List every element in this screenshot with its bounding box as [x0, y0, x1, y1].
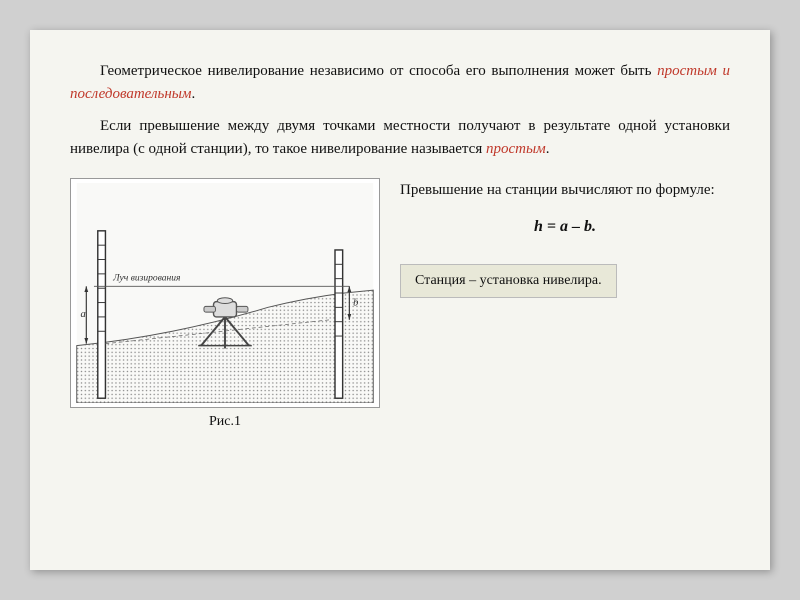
paragraph1-end: .	[192, 86, 196, 102]
paragraph2-end: .	[546, 141, 550, 157]
formula: h = a – b.	[400, 218, 730, 236]
figure-block: a b Луч визирования Рис.1	[70, 178, 380, 430]
paragraph2-highlight: простым	[486, 141, 546, 157]
figure-caption: Рис.1	[70, 414, 380, 430]
figure-container: a b Луч визирования	[70, 178, 380, 408]
text-block-1: Геометрическое нивелирование независимо …	[70, 60, 730, 160]
slide: Геометрическое нивелирование независимо …	[30, 30, 770, 570]
formula-intro: Превышение на станции вычисляют по форму…	[400, 178, 730, 202]
svg-text:a: a	[81, 309, 86, 320]
right-block: Превышение на станции вычисляют по форму…	[400, 178, 730, 298]
svg-text:Луч визирования: Луч визирования	[112, 273, 181, 284]
svg-text:b: b	[353, 297, 358, 308]
content-area: a b Луч визирования Рис.1 Превышение на …	[70, 178, 730, 430]
figure-svg: a b Луч визирования	[75, 183, 375, 403]
paragraph1-text: Геометрическое нивелирование независимо …	[100, 63, 657, 79]
paragraph2-text: Если превышение между двумя точками мест…	[70, 118, 730, 157]
station-box: Станция – установка нивелира.	[400, 264, 617, 298]
